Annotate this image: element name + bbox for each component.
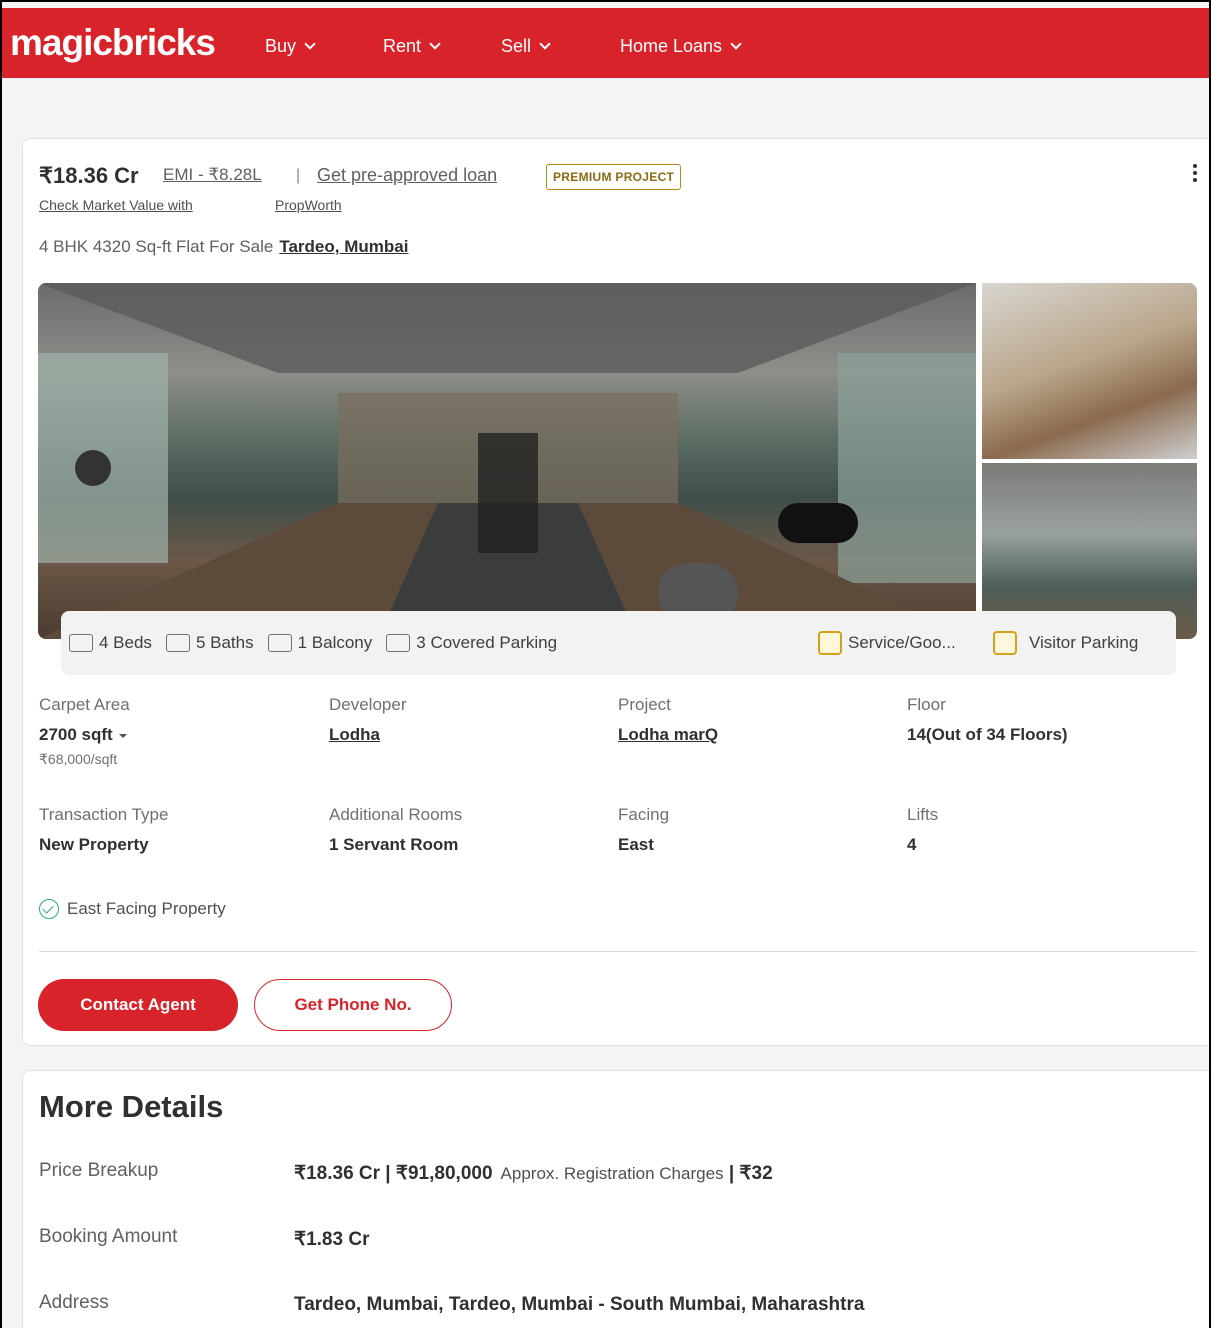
amenity-parking: 3 Covered Parking [386, 633, 557, 653]
transaction-type-label: Transaction Type [39, 805, 169, 824]
nav-sell-label: Sell [501, 36, 532, 56]
chevron-down-icon [730, 38, 742, 50]
balcony-icon [267, 634, 292, 652]
lifts-label: Lifts [907, 805, 939, 824]
premium-project-badge: PREMIUM PROJECT [546, 164, 682, 190]
nav-buy-label: Buy [265, 36, 297, 56]
main-gallery-image[interactable] [38, 283, 976, 639]
additional-rooms-label: Additional Rooms [329, 805, 463, 824]
top-navbar: magicbricks Buy Rent Sell Home Loans [2, 8, 1209, 78]
contact-agent-button[interactable]: Contact Agent [38, 979, 238, 1031]
gallery-thumbnail-1[interactable] [982, 283, 1197, 459]
propworth-link[interactable]: PropWorth [275, 197, 342, 213]
price-per-sqft: ₹68,000/sqft [39, 751, 118, 767]
logo[interactable]: magicbricks [10, 22, 216, 64]
address-value: Tardeo, Mumbai, Tardeo, Mumbai - South M… [294, 1294, 865, 1315]
listing-price: ₹18.36 Cr [39, 163, 139, 188]
amenity-beds: 4 Beds [69, 633, 152, 653]
caret-down-icon [118, 733, 127, 738]
amenity-visitor-parking[interactable]: Visitor Parking [993, 631, 1138, 655]
bath-icon [165, 634, 190, 652]
developer-label: Developer [329, 695, 407, 714]
nav-home-loans-label: Home Loans [620, 36, 723, 56]
lifts-value: 4 [907, 835, 917, 854]
check-market-value-link[interactable]: Check Market Value with [39, 197, 193, 213]
price-breakup-amount: ₹18.36 Cr | ₹91,80,000 [294, 1163, 493, 1184]
gym-illustration [38, 283, 976, 639]
developer-link[interactable]: Lodha [329, 725, 380, 745]
amenities-bar: 4 Beds 5 Baths 1 Balcony 3 Covered Parki… [61, 611, 1176, 675]
registration-charges-label: Approx. Registration Charges [500, 1164, 724, 1183]
registration-charges-value: | ₹32 [728, 1163, 773, 1184]
facing-label: Facing [618, 805, 670, 824]
amenity-balcony-label: 1 Balcony [297, 633, 373, 652]
bed-icon [69, 634, 93, 652]
listing-card: ₹18.36 Cr EMI - ₹8.28L | Get pre-approve… [22, 138, 1209, 1046]
price-breakup-label: Price Breakup [39, 1160, 159, 1181]
amenity-parking-label: 3 Covered Parking [416, 633, 558, 652]
floor-label: Floor [907, 695, 946, 714]
amenity-balcony: 1 Balcony [267, 633, 373, 653]
additional-rooms-value: 1 Servant Room [329, 835, 459, 854]
divider [39, 951, 1197, 952]
carpet-area-value-text: 2700 sqft [39, 725, 113, 744]
more-details-title: More Details [39, 1089, 224, 1124]
chevron-down-icon [304, 38, 316, 50]
amenity-service-lift-label: Service/Goo... [848, 633, 956, 652]
amenity-visitor-parking-label: Visitor Parking [1029, 633, 1139, 652]
floor-value: 14(Out of 34 Floors) [907, 725, 1068, 744]
get-phone-button[interactable]: Get Phone No. [254, 979, 452, 1031]
listing-subtitle: 4 BHK 4320 Sq-ft Flat For Sale Tardeo, Mu… [39, 237, 408, 257]
carpet-area-label: Carpet Area [39, 695, 130, 714]
amenity-beds-label: 4 Beds [99, 633, 152, 652]
facing-note-text: East Facing Property [67, 899, 226, 918]
separator: | [296, 167, 301, 184]
nav-rent[interactable]: Rent [383, 36, 441, 57]
service-lift-icon [818, 631, 842, 655]
more-options-icon[interactable] [1187, 161, 1203, 189]
listing-type: 4 BHK 4320 Sq-ft Flat For Sale [39, 237, 274, 256]
nav-rent-label: Rent [383, 36, 422, 56]
transaction-type-value: New Property [39, 835, 149, 854]
booking-amount-value: ₹1.83 Cr [294, 1229, 370, 1250]
facing-note: East Facing Property [39, 899, 226, 919]
amenity-baths-label: 5 Baths [195, 633, 254, 652]
amenity-service-lift[interactable]: Service/Goo... [818, 631, 956, 655]
price-breakup-value: ₹18.36 Cr | ₹91,80,000 Approx. Registrati… [294, 1162, 773, 1185]
project-label: Project [618, 695, 671, 714]
chevron-down-icon [429, 38, 441, 50]
page-frame: magicbricks Buy Rent Sell Home Loans ₹18… [0, 0, 1211, 1328]
check-circle-icon [39, 899, 59, 919]
chevron-down-icon [539, 38, 551, 50]
facing-value: East [618, 835, 654, 854]
project-link[interactable]: Lodha marQ [618, 725, 718, 745]
pre-approved-loan-link[interactable]: Get pre-approved loan [317, 165, 497, 186]
booking-amount-label: Booking Amount [39, 1226, 178, 1247]
nav-home-loans[interactable]: Home Loans [620, 36, 742, 57]
nav-buy[interactable]: Buy [265, 36, 316, 57]
nav-sell[interactable]: Sell [501, 36, 551, 57]
address-label: Address [39, 1292, 109, 1313]
location-link[interactable]: Tardeo, Mumbai [279, 237, 408, 256]
visitor-parking-icon [993, 631, 1017, 655]
amenity-baths: 5 Baths [165, 633, 254, 653]
more-details-card: More Details Price Breakup ₹18.36 Cr | ₹… [22, 1070, 1209, 1328]
car-icon [386, 634, 411, 652]
carpet-area-value[interactable]: 2700 sqft [39, 725, 127, 745]
emi-link[interactable]: EMI - ₹8.28L [163, 165, 262, 185]
